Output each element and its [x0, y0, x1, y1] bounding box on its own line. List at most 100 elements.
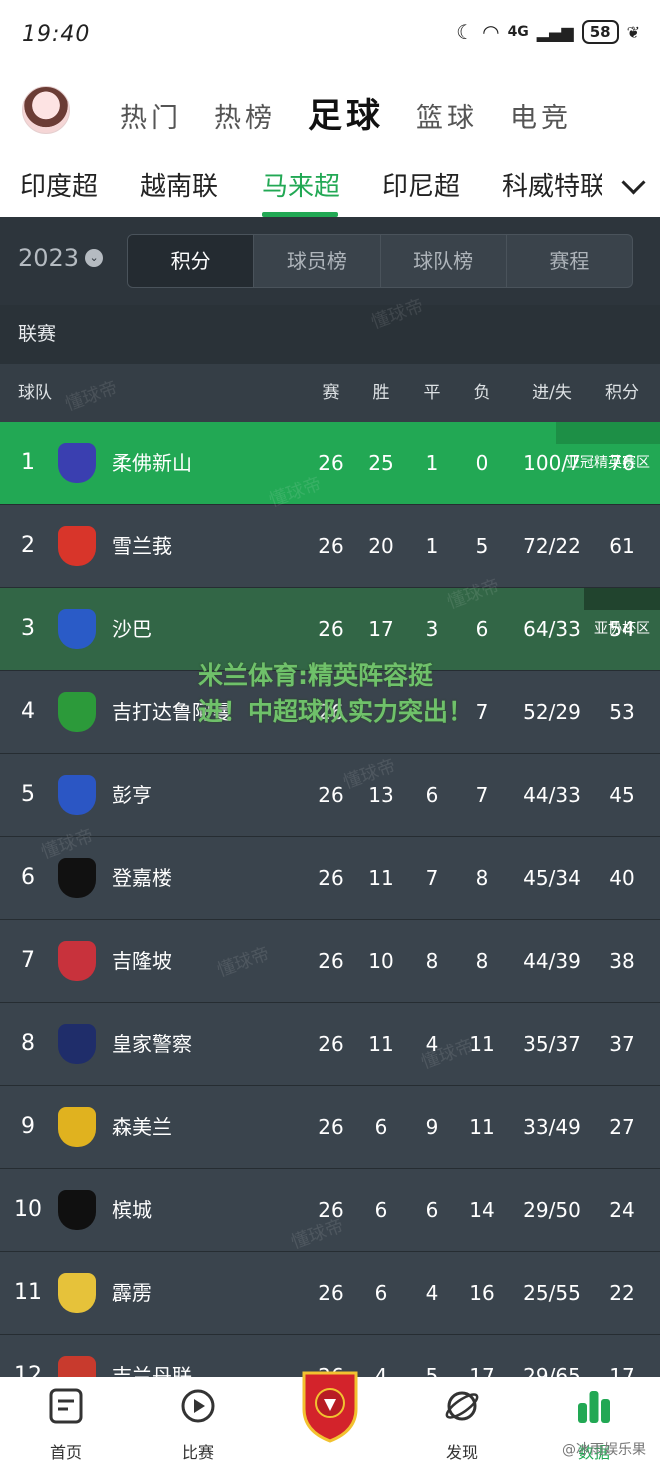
- played-cell: 26: [318, 1032, 344, 1056]
- team-badge-icon: [58, 941, 96, 981]
- nav-discover[interactable]: 发现: [422, 1387, 502, 1463]
- rank-cell: 3: [21, 616, 35, 641]
- rank-cell: 6: [21, 865, 35, 890]
- col-drawn: 平: [423, 383, 441, 403]
- lost-cell: 5: [475, 534, 489, 558]
- team-name: 皇家警察: [112, 1032, 192, 1056]
- league-tab-active[interactable]: 马来超: [262, 166, 340, 203]
- points-cell: 61: [609, 534, 635, 558]
- battery-indicator: 58: [581, 20, 619, 44]
- league-tab[interactable]: 印尼超: [382, 166, 460, 203]
- planet-icon: [445, 1391, 479, 1421]
- league-tab[interactable]: 印度超: [20, 166, 98, 203]
- table-row[interactable]: 5 彭亨 26 13 6 7 44/33 45: [0, 754, 660, 837]
- overlay-headline: 米兰体育:精英阵容挺进！中超球队实力突出！: [198, 661, 474, 726]
- rank-cell: 9: [21, 1114, 35, 1139]
- team-badge-icon: [58, 526, 96, 566]
- table-row[interactable]: 6 登嘉楼 26 11 7 8 45/34 40: [0, 837, 660, 920]
- col-won: 胜: [372, 383, 390, 403]
- team-badge-icon: [58, 1190, 96, 1230]
- user-avatar[interactable]: [22, 86, 70, 134]
- lost-cell: 7: [475, 783, 489, 807]
- lost-cell: 16: [469, 1281, 495, 1305]
- rank-cell: 7: [21, 948, 35, 973]
- app-header: 19:40 ☾ ◠ 4G ▂▄▆ 58 ❦ 热门 热榜 足球 篮球 电竞 印度超…: [0, 0, 660, 217]
- bar-chart-icon: [578, 1391, 610, 1423]
- col-lost: 负: [473, 383, 491, 403]
- drawn-cell: 1: [425, 451, 439, 475]
- won-cell: 25: [368, 451, 394, 475]
- team-badge-icon: [58, 775, 96, 815]
- top-nav-item[interactable]: 热门: [120, 96, 182, 135]
- weibo-credit: @冰雨娱乐果: [562, 1442, 646, 1458]
- table-row[interactable]: 9 森美兰 26 6 9 11 33/49 27: [0, 1086, 660, 1169]
- won-cell: 10: [368, 949, 394, 973]
- col-team: 球队: [18, 383, 52, 403]
- top-nav-item[interactable]: 电竞: [510, 96, 572, 135]
- points-cell: 38: [609, 949, 635, 973]
- league-tab[interactable]: 科威特联: [502, 166, 602, 203]
- lost-cell: 0: [475, 451, 489, 475]
- won-cell: 11: [368, 1032, 394, 1056]
- segment-standings[interactable]: 积分: [128, 235, 254, 287]
- lost-cell: 11: [469, 1032, 495, 1056]
- rank-cell: 11: [14, 1280, 42, 1305]
- segment-schedule[interactable]: 赛程: [505, 235, 632, 287]
- col-goals: 进/失: [532, 383, 572, 403]
- rank-cell: 1: [21, 450, 35, 475]
- won-cell: 6: [374, 1281, 388, 1305]
- top-nav-item[interactable]: 篮球: [416, 96, 478, 135]
- nav-home[interactable]: 首页: [26, 1387, 106, 1463]
- played-cell: 26: [318, 1281, 344, 1305]
- segment-player-rank[interactable]: 球员榜: [253, 235, 379, 287]
- table-row[interactable]: 8 皇家警察 26 11 4 11 35/37 37: [0, 1003, 660, 1086]
- rank-cell: 8: [21, 1031, 35, 1056]
- top-nav-item-active[interactable]: 足球: [308, 88, 384, 137]
- table-row[interactable]: 7 吉隆坡 26 10 8 8 44/39 38: [0, 920, 660, 1003]
- team-name: 霹雳: [112, 1281, 152, 1305]
- rank-cell: 4: [21, 699, 35, 724]
- club-logo-icon[interactable]: [298, 1365, 362, 1445]
- team-name: 柔佛新山: [112, 451, 192, 475]
- team-name: 雪兰莪: [112, 534, 172, 558]
- team-name: 吉隆坡: [112, 949, 172, 973]
- section-title: 联赛: [0, 305, 660, 364]
- points-cell: 40: [609, 866, 635, 890]
- league-tab[interactable]: 越南联: [140, 166, 218, 203]
- filter-bar: 2023 ⌄ 积分 球员榜 球队榜 赛程: [0, 217, 660, 305]
- nav-label: 首页: [49, 1443, 82, 1462]
- lost-cell: 8: [475, 866, 489, 890]
- goals-cell: 35/37: [523, 1032, 581, 1056]
- drawn-cell: 9: [425, 1115, 439, 1139]
- won-cell: 11: [368, 866, 394, 890]
- goals-cell: 29/50: [523, 1198, 581, 1222]
- goals-cell: 52/29: [523, 700, 581, 724]
- nav-label: 比赛: [181, 1443, 214, 1462]
- played-cell: 26: [318, 783, 344, 807]
- team-badge-icon: [58, 609, 96, 649]
- top-nav: 热门 热榜 足球 篮球 电竞: [120, 88, 572, 137]
- season-selector[interactable]: 2023 ⌄: [18, 244, 104, 272]
- wifi-icon: ◠: [482, 20, 500, 44]
- table-row[interactable]: 10 槟城 26 6 6 14 29/50 24: [0, 1169, 660, 1252]
- table-row[interactable]: 2 雪兰莪 26 20 1 5 72/22 61: [0, 505, 660, 588]
- status-icons: ☾ ◠ 4G ▂▄▆ 58 ❦: [456, 20, 640, 44]
- table-row[interactable]: 11 霹雳 26 6 4 16 25/55 22: [0, 1252, 660, 1335]
- table-row[interactable]: 1 柔佛新山 26 25 1 0 100/7 76 亚冠精英赛区: [0, 422, 660, 505]
- segment-team-rank[interactable]: 球队榜: [379, 235, 506, 287]
- chevron-down-icon[interactable]: [621, 170, 646, 195]
- points-cell: 27: [609, 1115, 635, 1139]
- goals-cell: 64/33: [523, 617, 581, 641]
- played-cell: 26: [318, 534, 344, 558]
- team-badge-icon: [58, 858, 96, 898]
- team-name: 彭亨: [112, 783, 152, 807]
- table-header: 球队 赛 胜 平 负 进/失 积分: [0, 364, 660, 422]
- top-nav-item[interactable]: 热榜: [214, 96, 276, 135]
- zone-tag: 亚冠精英赛区: [556, 422, 660, 471]
- team-badge-icon: [58, 1024, 96, 1064]
- signal-icon: ▂▄▆: [536, 22, 574, 42]
- bottom-nav: 首页 比赛 发现 数据 @冰雨娱乐果: [0, 1371, 660, 1467]
- nav-match[interactable]: 比赛: [158, 1387, 238, 1463]
- team-name: 登嘉楼: [112, 866, 172, 890]
- standings-table: 1 柔佛新山 26 25 1 0 100/7 76 亚冠精英赛区 2 雪兰莪 26 20 1 5 72/22 6…: [0, 422, 660, 1418]
